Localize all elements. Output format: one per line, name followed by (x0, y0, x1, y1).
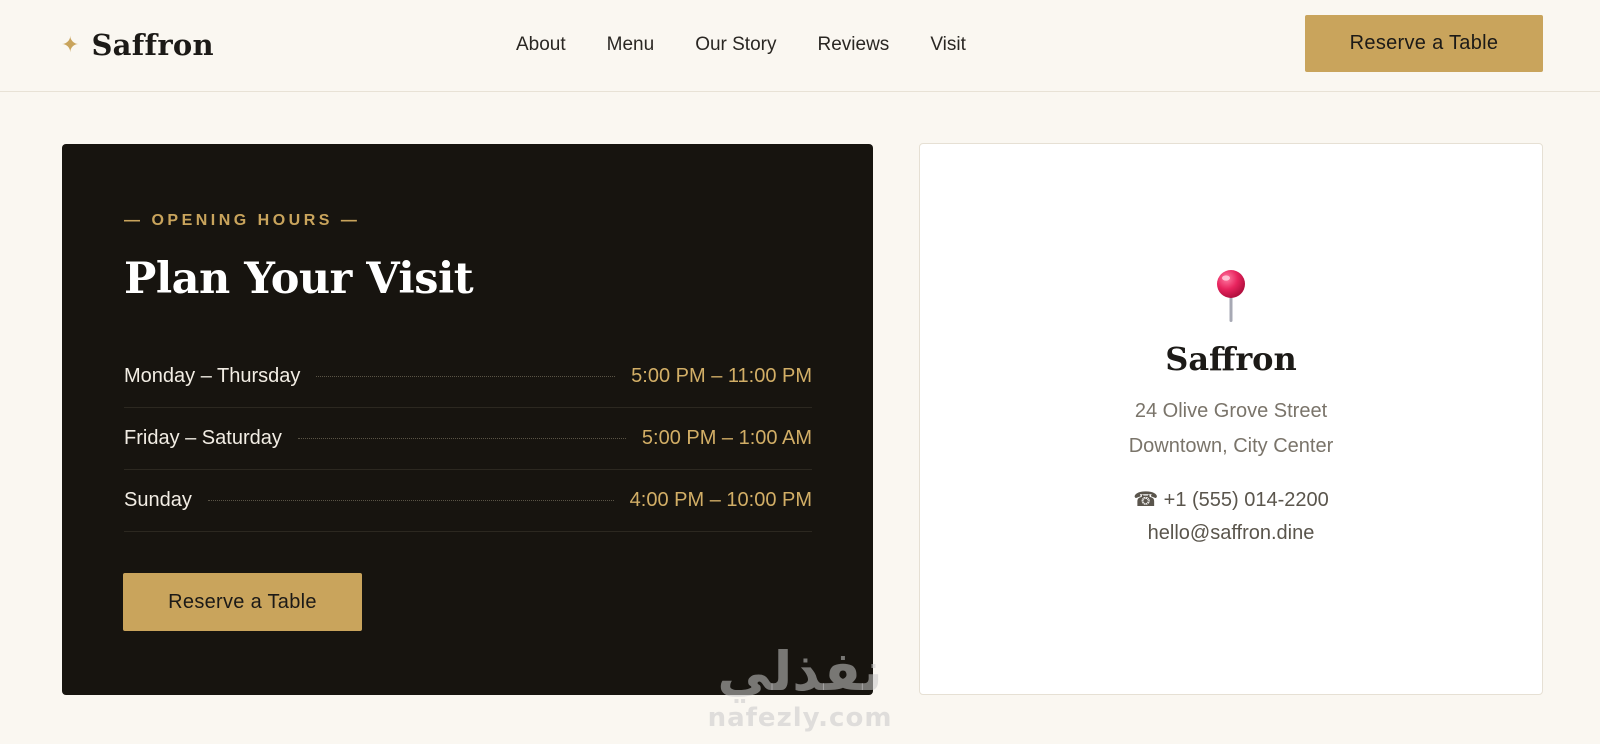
dotted-leader (316, 376, 616, 377)
nav-link-menu[interactable]: Menu (607, 34, 655, 56)
dotted-leader (297, 438, 626, 439)
section-title: Plan Your Visit (124, 254, 474, 304)
restaurant-name: Saffron (1165, 340, 1297, 378)
nav-link-visit[interactable]: Visit (930, 34, 966, 56)
sparkle-icon: ✦ (61, 32, 80, 57)
hours-time: 5:00 PM – 1:00 AM (641, 427, 812, 449)
hours-row: Friday – Saturday 5:00 PM – 1:00 AM (124, 408, 812, 470)
hours-day: Friday – Saturday (124, 427, 282, 449)
nav-link-reviews[interactable]: Reviews (818, 34, 890, 56)
brand-name: Saffron (91, 28, 214, 62)
map-pin-icon (1217, 270, 1245, 322)
address-line-2: Downtown, City Center (1128, 435, 1334, 457)
location-card: Saffron 24 Olive Grove Street Downtown, … (919, 143, 1543, 695)
hours-day: Sunday (124, 489, 192, 511)
watermark-latin: nafezly.com (707, 703, 893, 733)
main-menu: About Menu Our Story Reviews Visit (516, 30, 966, 60)
hours-time: 4:00 PM – 10:00 PM (629, 489, 812, 511)
reserve-table-button-header[interactable]: Reserve a Table (1305, 15, 1543, 72)
nav-link-about[interactable]: About (516, 34, 566, 56)
hours-time: 5:00 PM – 11:00 PM (631, 365, 812, 387)
email-address[interactable]: hello@saffron.dine (920, 522, 1542, 545)
dotted-leader (207, 500, 614, 501)
section-eyebrow: — OPENING HOURS — (124, 212, 361, 229)
hours-day: Monday – Thursday (124, 365, 301, 387)
phone-number[interactable]: ☎ +1 (555) 014-2200 (920, 487, 1542, 512)
top-navigation: ✦ Saffron About Menu Our Story Reviews V… (0, 0, 1600, 92)
nav-link-our-story[interactable]: Our Story (695, 34, 776, 56)
hours-row: Sunday 4:00 PM – 10:00 PM (124, 470, 812, 532)
reserve-table-button[interactable]: Reserve a Table (123, 573, 362, 631)
hours-list: Monday – Thursday 5:00 PM – 11:00 PM Fri… (124, 346, 812, 532)
brand-logo[interactable]: ✦ Saffron (61, 24, 214, 66)
hours-row: Monday – Thursday 5:00 PM – 11:00 PM (124, 346, 812, 408)
opening-hours-card: — OPENING HOURS — Plan Your Visit Monday… (62, 144, 873, 695)
address-line-1: 24 Olive Grove Street (1134, 400, 1328, 422)
